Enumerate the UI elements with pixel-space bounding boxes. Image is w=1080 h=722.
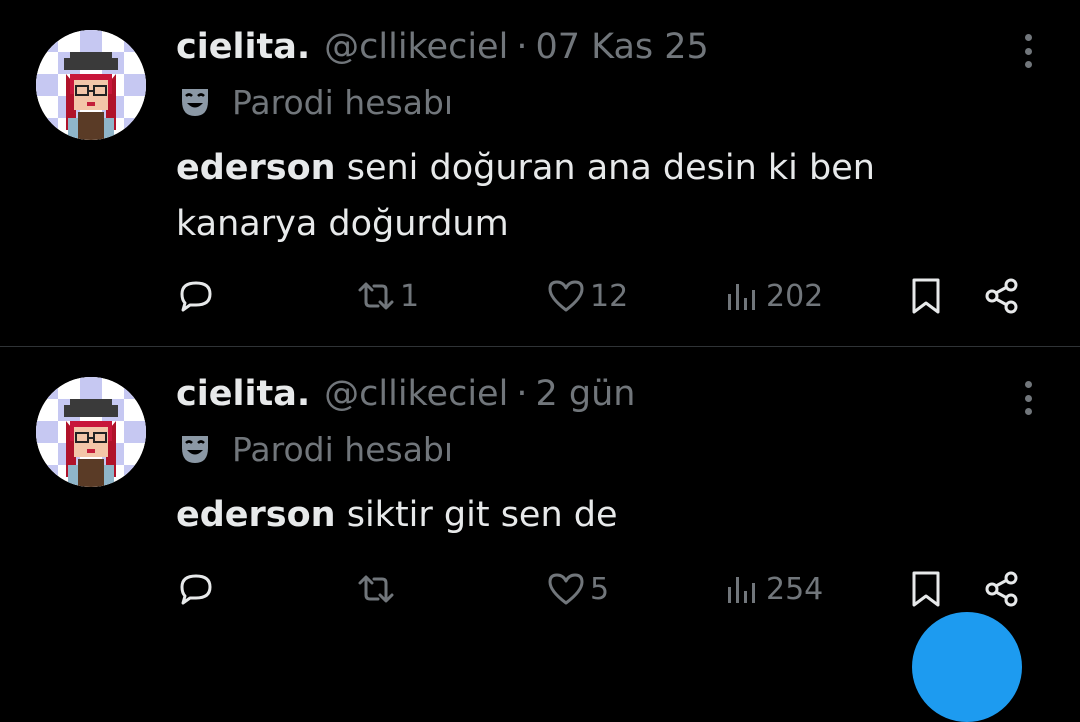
reply-icon bbox=[180, 574, 212, 605]
tweet-header: cielita. @cllikeciel · 07 Kas 25 bbox=[176, 24, 709, 70]
retweet-button[interactable] bbox=[356, 559, 400, 619]
separator: · bbox=[516, 27, 528, 67]
tweet-actions: 1 12 202 bbox=[0, 266, 1080, 326]
analytics-icon bbox=[728, 577, 755, 603]
like-count: 12 bbox=[590, 278, 629, 314]
more-options-icon[interactable] bbox=[1022, 34, 1034, 68]
avatar[interactable] bbox=[36, 377, 146, 487]
views-button[interactable]: 254 bbox=[722, 559, 823, 619]
user-handle[interactable]: @cllikeciel bbox=[324, 24, 508, 70]
retweet-button[interactable]: 1 bbox=[356, 266, 419, 326]
display-name[interactable]: cielita. bbox=[176, 371, 310, 417]
reply-button[interactable] bbox=[176, 266, 220, 326]
avatar[interactable] bbox=[36, 30, 146, 140]
tweet[interactable]: cielita. @cllikeciel · 2 gün Parodi hesa… bbox=[0, 347, 1080, 628]
parody-label: Parodi hesabı bbox=[232, 82, 454, 122]
mention[interactable]: ederson bbox=[176, 495, 336, 535]
heart-icon bbox=[548, 573, 584, 605]
theater-mask-icon bbox=[182, 436, 208, 463]
parody-label: Parodi hesabı bbox=[232, 429, 454, 469]
retweet-icon bbox=[358, 575, 394, 603]
like-button[interactable]: 12 bbox=[546, 266, 628, 326]
reply-button[interactable] bbox=[176, 559, 220, 619]
parody-badge: Parodi hesabı bbox=[178, 80, 453, 124]
views-button[interactable]: 202 bbox=[722, 266, 823, 326]
share-button[interactable] bbox=[982, 266, 1022, 326]
tweet-actions: 5 254 bbox=[0, 559, 1080, 619]
heart-icon bbox=[548, 280, 584, 312]
pixel-avatar-image bbox=[36, 30, 146, 140]
like-count: 5 bbox=[590, 571, 610, 607]
separator: · bbox=[516, 374, 528, 414]
parody-badge: Parodi hesabı bbox=[178, 427, 453, 471]
share-icon bbox=[985, 278, 1018, 314]
tweet-body: siktir git sen de bbox=[335, 495, 618, 535]
compose-button[interactable] bbox=[912, 612, 1022, 722]
display-name[interactable]: cielita. bbox=[176, 24, 310, 70]
more-options-icon[interactable] bbox=[1022, 381, 1034, 415]
bookmark-button[interactable] bbox=[906, 559, 946, 619]
view-count: 254 bbox=[766, 571, 824, 607]
mention[interactable]: ederson bbox=[176, 148, 336, 188]
pixel-avatar-image bbox=[36, 377, 146, 487]
bookmark-button[interactable] bbox=[906, 266, 946, 326]
tweet-text: ederson siktir git sen de bbox=[176, 487, 976, 543]
share-button[interactable] bbox=[982, 559, 1022, 619]
timestamp[interactable]: 07 Kas 25 bbox=[535, 24, 708, 70]
like-button[interactable]: 5 bbox=[546, 559, 609, 619]
retweet-count: 1 bbox=[400, 278, 420, 314]
analytics-icon bbox=[728, 284, 755, 310]
tweet-header: cielita. @cllikeciel · 2 gün bbox=[176, 371, 635, 417]
tweet-text: ederson seni doğuran ana desin ki ben ka… bbox=[176, 140, 976, 252]
user-handle[interactable]: @cllikeciel bbox=[324, 371, 508, 417]
share-icon bbox=[985, 571, 1018, 607]
reply-icon bbox=[180, 281, 212, 312]
view-count: 202 bbox=[766, 278, 824, 314]
bookmark-icon bbox=[912, 278, 940, 314]
theater-mask-icon bbox=[182, 89, 208, 116]
retweet-icon bbox=[358, 282, 394, 310]
timestamp[interactable]: 2 gün bbox=[535, 371, 635, 417]
bookmark-icon bbox=[912, 571, 940, 607]
tweet[interactable]: cielita. @cllikeciel · 07 Kas 25 Parodi … bbox=[0, 0, 1080, 347]
